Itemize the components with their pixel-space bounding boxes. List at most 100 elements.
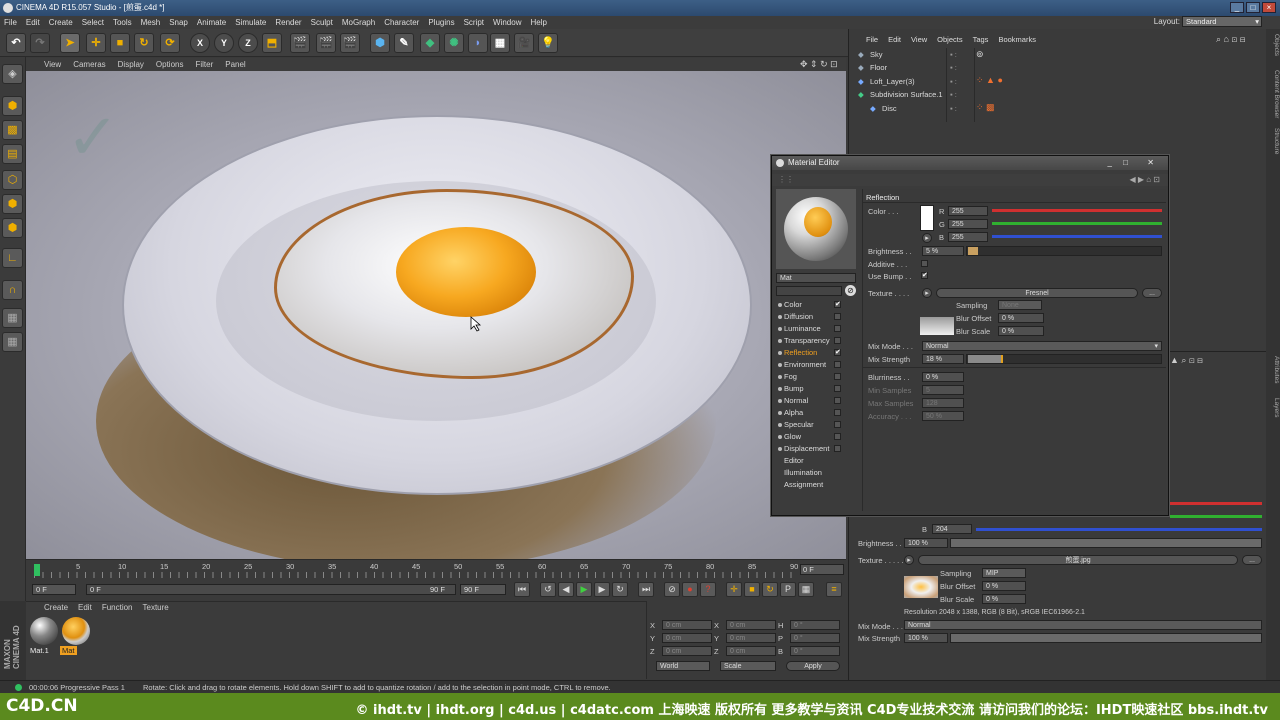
render-picture-viewer-button[interactable]: 🎬 — [316, 33, 336, 53]
x-axis-toggle[interactable]: X — [190, 33, 210, 53]
visibility-toggle[interactable]: ▪ : — [950, 75, 957, 88]
texture-arrow[interactable]: ▸ — [922, 288, 932, 298]
g-field[interactable]: 255 — [948, 219, 988, 229]
z-axis-toggle[interactable]: Z — [238, 33, 258, 53]
r-slider[interactable] — [992, 209, 1162, 212]
polygons-mode-button[interactable]: ⬢ — [2, 218, 23, 238]
previous-key-button[interactable]: ↺ — [540, 582, 556, 597]
side-tab-structure[interactable]: Structure — [1266, 128, 1280, 154]
menu-snap[interactable]: Snap — [169, 18, 188, 27]
attr-texture-more-button[interactable]: ... — [1242, 555, 1262, 565]
menu-simulate[interactable]: Simulate — [235, 18, 266, 27]
world-select[interactable]: World — [656, 661, 710, 671]
object-menu-bookmarks[interactable]: Bookmarks — [998, 35, 1036, 44]
attr-mix-strength-field[interactable]: 100 % — [904, 633, 948, 643]
channel-checkbox[interactable] — [834, 397, 841, 404]
side-tab-attributes[interactable]: Attributes — [1266, 356, 1280, 383]
material-link-icon[interactable]: ⊘ — [845, 285, 856, 296]
menu-tools[interactable]: Tools — [113, 18, 132, 27]
attr-mix-strength-slider[interactable] — [950, 633, 1262, 643]
key-rotation-button[interactable]: ↻ — [762, 582, 778, 597]
rotate-tool[interactable]: ↻ — [134, 33, 154, 53]
coord-field[interactable]: 0 cm — [662, 633, 712, 643]
sky-tag-icon[interactable]: ⊚ — [976, 49, 984, 60]
recent-tool[interactable]: ⟳ — [160, 33, 180, 53]
b-field[interactable]: 255 — [948, 232, 988, 242]
object-row[interactable]: ◆ Floor ▪ : — [850, 61, 1264, 74]
go-to-end-button[interactable]: ⏭ — [638, 582, 654, 597]
material-menu-create[interactable]: Create — [44, 603, 68, 612]
r-field[interactable]: 255 — [948, 206, 988, 216]
channel-checkbox[interactable]: ✔ — [834, 301, 841, 308]
record-button[interactable]: ⊘ — [664, 582, 680, 597]
menu-window[interactable]: Window — [493, 18, 521, 27]
object-menu-file[interactable]: File — [866, 35, 878, 44]
channel-checkbox[interactable] — [834, 373, 841, 380]
visibility-toggle[interactable]: ▪ : — [950, 48, 957, 61]
y-axis-toggle[interactable]: Y — [214, 33, 234, 53]
blur-scale-field[interactable]: 0 % — [998, 326, 1044, 336]
object-menu-view[interactable]: View — [911, 35, 927, 44]
viewport-menu-filter[interactable]: Filter — [195, 60, 213, 69]
render-view-button[interactable]: 🎬 — [290, 33, 310, 53]
texture-mode-button[interactable]: ▩ — [2, 120, 23, 140]
channel-checkbox[interactable] — [834, 421, 841, 428]
menu-select[interactable]: Select — [82, 18, 104, 27]
menu-help[interactable]: Help — [530, 18, 546, 27]
tweak-mode-button[interactable]: ∩ — [2, 280, 23, 300]
material-search-field[interactable] — [776, 286, 842, 296]
side-tab-content-browser[interactable]: Content Browser — [1266, 70, 1280, 118]
channel-assignment[interactable]: Assignment — [784, 480, 846, 489]
nav-arrows-icon[interactable]: ◀ ▶ ⌂ ⊡ — [1129, 175, 1160, 184]
menu-animate[interactable]: Animate — [197, 18, 226, 27]
brightness-field[interactable]: 5 % — [922, 246, 964, 256]
channel-editor[interactable]: Editor — [784, 456, 846, 465]
menu-render[interactable]: Render — [275, 18, 301, 27]
3d-viewport[interactable]: ✓ — [26, 71, 846, 559]
blur-offset-field[interactable]: 0 % — [998, 313, 1044, 323]
mix-strength-field[interactable]: 18 % — [922, 354, 964, 364]
menu-sculpt[interactable]: Sculpt — [311, 18, 333, 27]
edges-mode-button[interactable]: ⬢ — [2, 194, 23, 214]
scale-select[interactable]: Scale — [720, 661, 776, 671]
viewport-menu-view[interactable]: View — [44, 60, 61, 69]
material-menu-function[interactable]: Function — [102, 603, 133, 612]
timeline-ruler[interactable] — [34, 572, 798, 578]
snap-button[interactable]: ▦ — [2, 308, 23, 328]
channel-checkbox[interactable]: ✔ — [834, 349, 841, 356]
menu-mesh[interactable]: Mesh — [141, 18, 161, 27]
key-position-button[interactable]: ✛ — [726, 582, 742, 597]
menu-file[interactable]: File — [4, 18, 17, 27]
menu-edit[interactable]: Edit — [26, 18, 40, 27]
channel-checkbox[interactable] — [834, 337, 841, 344]
coordinate-system-toggle[interactable]: ⬒ — [262, 33, 282, 53]
coord-field[interactable]: 0 ° — [790, 646, 840, 656]
attr-red-slider[interactable] — [1170, 502, 1262, 505]
autokey-button[interactable]: ● — [682, 582, 698, 597]
object-row[interactable]: ◆ Loft_Layer(3) ▪ : — [850, 75, 1264, 88]
attr-mix-mode-select[interactable]: Normal — [904, 620, 1262, 630]
menu-plugins[interactable]: Plugins — [428, 18, 454, 27]
points-mode-button[interactable]: ⬡ — [2, 170, 23, 190]
maximize-button[interactable]: □ — [1246, 2, 1260, 13]
viewport-nav-icons[interactable]: ✥ ⇕ ↻ ⊡ — [800, 59, 838, 70]
scale-tool[interactable]: ■ — [110, 33, 130, 53]
camera-button[interactable]: 🎥 — [514, 33, 534, 53]
channel-checkbox[interactable] — [834, 433, 841, 440]
play-button[interactable]: ▶ — [576, 582, 592, 597]
material-editor-title-bar[interactable]: Material Editor _ □ ✕ — [772, 156, 1168, 170]
move-tool[interactable]: ✛ — [86, 33, 106, 53]
object-menu-edit[interactable]: Edit — [888, 35, 901, 44]
frame-end-field[interactable]: 0 F — [800, 564, 844, 575]
undo-button[interactable]: ↶ — [6, 33, 26, 53]
b-slider[interactable] — [992, 235, 1162, 238]
material-menu-texture[interactable]: Texture — [143, 603, 169, 612]
max-frame-field[interactable]: 90 F — [460, 584, 506, 595]
menu-script[interactable]: Script — [464, 18, 484, 27]
minimize-button[interactable]: _ — [1230, 2, 1244, 13]
close-button[interactable]: × — [1262, 2, 1276, 13]
sampling-select[interactable]: None — [998, 300, 1042, 310]
channel-checkbox[interactable] — [834, 361, 841, 368]
render-settings-button[interactable]: 🎬 — [340, 33, 360, 53]
timeline-menu-button[interactable]: ≡ — [826, 582, 842, 597]
